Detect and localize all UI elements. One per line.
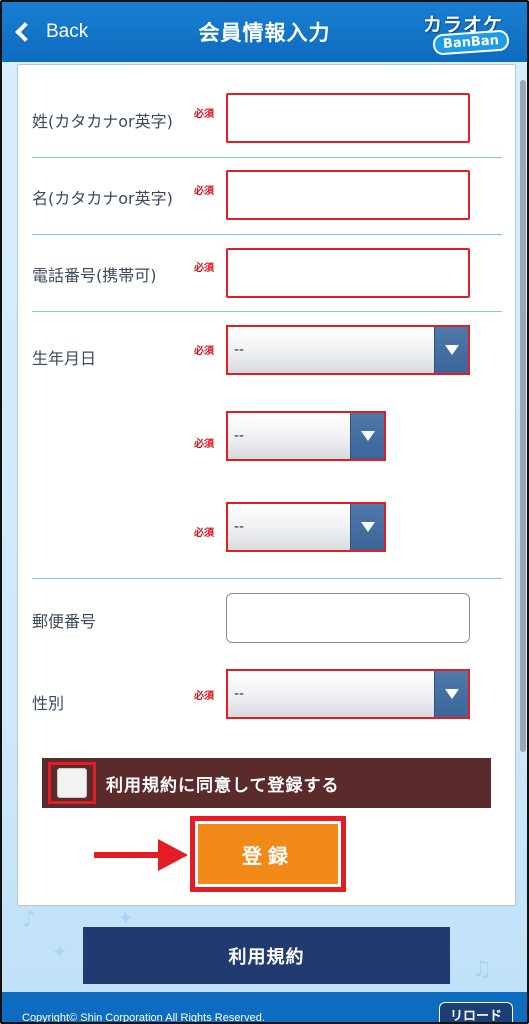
dropdown-arrow-icon — [350, 504, 384, 550]
divider — [32, 311, 502, 312]
divider — [32, 234, 502, 235]
last-name-label: 姓(カタカナor英字) — [32, 112, 173, 131]
gender-label: 性別 — [32, 694, 65, 713]
karaoke-banban-logo: カラオケ BanBan — [423, 8, 515, 58]
required-mark: 必須 — [194, 346, 214, 357]
dropdown-arrow-icon — [350, 413, 384, 459]
phone-input[interactable] — [226, 248, 470, 298]
copyright-text: Copyright© Shin Corporation All Rights R… — [22, 1012, 265, 1024]
birth-day-select[interactable]: -- — [226, 502, 386, 552]
postal-code-input[interactable] — [226, 593, 470, 643]
first-name-label: 名(カタカナor英字) — [32, 189, 173, 208]
logo-text-sub: BanBan — [432, 29, 510, 56]
birth-month-value: -- — [234, 428, 245, 444]
postal-code-label: 郵便番号 — [32, 612, 97, 631]
required-mark: 必須 — [194, 691, 214, 702]
birth-day-value: -- — [234, 519, 245, 535]
required-mark: 必須 — [194, 186, 214, 197]
footer-bar: Copyright© Shin Corporation All Rights R… — [2, 992, 527, 1024]
member-form-card: 姓(カタカナor英字) 必須 名(カタカナor英字) 必須 電話番号(携帯可) … — [17, 64, 516, 906]
divider — [32, 157, 502, 158]
gender-value: -- — [234, 686, 245, 702]
register-button[interactable]: 登録 — [198, 824, 338, 884]
pointer-arrow-icon — [94, 852, 164, 858]
terms-agree-row[interactable]: 利用規約に同意して登録する — [42, 758, 491, 808]
app-frame: Back 会員情報入力 カラオケ BanBan ♪ ✦ ✦ ♫ 姓(カタカナor… — [0, 0, 529, 1024]
agree-checkbox[interactable] — [57, 768, 87, 798]
required-mark: 必須 — [194, 109, 214, 120]
required-mark: 必須 — [194, 263, 214, 274]
birth-year-value: -- — [234, 342, 245, 358]
divider — [32, 578, 502, 579]
sparkle-decoration-icon: ✦ — [118, 908, 134, 929]
pointer-arrow-head-icon — [158, 839, 188, 871]
agree-checkbox-highlight — [48, 762, 96, 804]
terms-button[interactable]: 利用規約 — [83, 927, 450, 984]
first-name-input[interactable] — [226, 170, 470, 220]
required-mark: 必須 — [194, 439, 214, 450]
music-note-decoration-icon: ♪ — [22, 907, 37, 932]
dropdown-arrow-icon — [434, 671, 468, 717]
sparkle-decoration-icon: ✦ — [52, 942, 68, 963]
agree-label: 利用規約に同意して登録する — [106, 775, 340, 796]
birth-year-select[interactable]: -- — [226, 325, 470, 375]
gender-select[interactable]: -- — [226, 669, 470, 719]
reload-button[interactable]: リロード — [439, 1002, 513, 1022]
dropdown-arrow-icon — [434, 327, 468, 373]
birth-month-select[interactable]: -- — [226, 411, 386, 461]
birthday-label: 生年月日 — [32, 349, 97, 368]
music-note-decoration-icon: ♫ — [472, 957, 492, 982]
phone-label: 電話番号(携帯可) — [32, 266, 157, 285]
required-mark: 必須 — [194, 528, 214, 539]
header-bar: Back 会員情報入力 カラオケ BanBan — [2, 2, 527, 62]
scrollbar[interactable] — [520, 80, 526, 752]
last-name-input[interactable] — [226, 93, 470, 143]
